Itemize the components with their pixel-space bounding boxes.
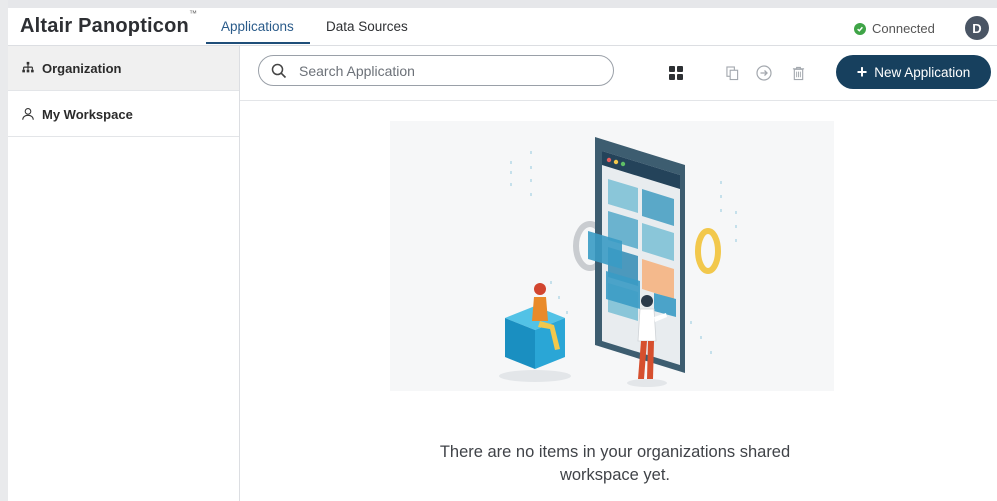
org-chart-icon [20,60,36,76]
check-circle-icon [854,22,866,35]
search-icon [271,63,287,78]
move-icon[interactable] [756,65,772,81]
sidebar-item-label: Organization [42,60,122,76]
active-tab-indicator [206,42,310,44]
empty-state-line-1: There are no items in your organizations… [439,443,791,461]
top-header: Altair Panopticon™ Applications Data Sou… [8,8,997,46]
sidebar-item-my-workspace[interactable]: My Workspace [8,92,239,137]
window-frame-top [0,0,997,8]
app-logo[interactable]: Altair Panopticon™ [20,9,197,38]
copy-icon[interactable] [724,65,740,81]
empty-state-message: There are no items in your organizations… [410,441,820,487]
tab-data-sources[interactable]: Data Sources [326,19,408,34]
connection-status: Connected [854,21,935,36]
user-icon [20,106,36,122]
empty-state-line-2: workspace yet. [559,466,671,484]
toolbar: + New Application [240,46,997,101]
sidebar-item-organization[interactable]: Organization [8,46,239,91]
empty-state-illustration [390,121,834,391]
sidebar: Organization My Workspace [8,46,240,501]
plus-icon: + [856,62,868,82]
main-content: There are no items in your organizations… [240,101,997,501]
connection-status-label: Connected [872,21,935,36]
new-application-button[interactable]: + New Application [836,55,991,89]
trademark: ™ [188,9,198,19]
grid-view-icon[interactable] [668,65,684,81]
search-input[interactable] [297,61,591,80]
window-frame-left [0,0,8,501]
search-box[interactable] [258,55,614,86]
user-avatar[interactable]: D [965,16,989,40]
tab-applications[interactable]: Applications [221,19,294,34]
delete-icon[interactable] [790,65,806,81]
new-application-label: New Application [874,64,971,80]
app-title: Altair Panopticon [20,15,189,37]
sidebar-item-label: My Workspace [42,106,133,122]
